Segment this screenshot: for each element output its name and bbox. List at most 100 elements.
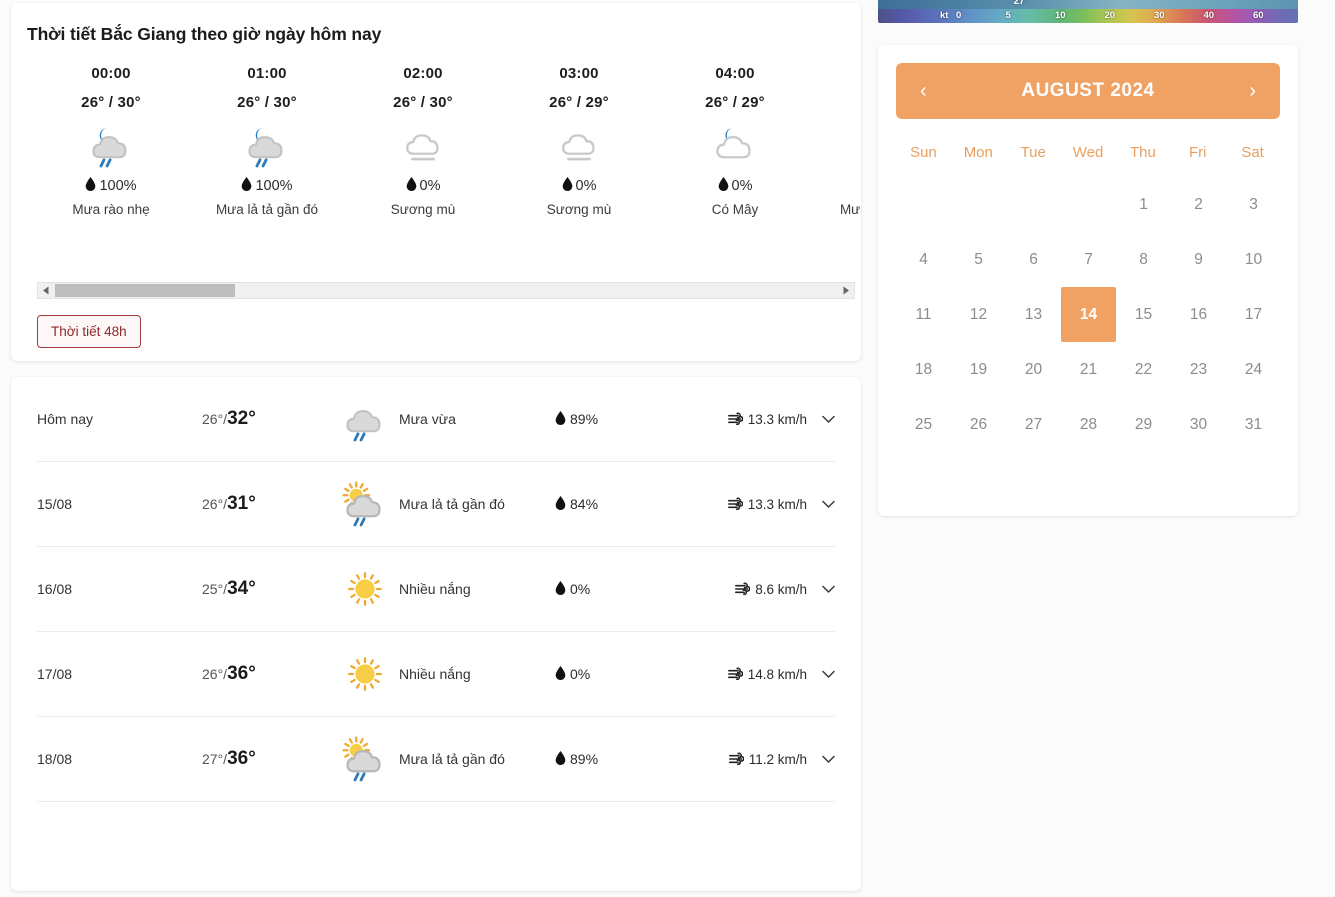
calendar-day[interactable]: 12 — [951, 287, 1006, 342]
hourly-time: 04:00 — [715, 65, 755, 82]
calendar-day-label: 23 — [1189, 360, 1208, 378]
calendar-day[interactable]: 5 — [951, 232, 1006, 287]
daily-condition: Nhiều nắng — [337, 561, 555, 617]
calendar-day[interactable]: 17 — [1226, 287, 1281, 342]
calendar-day[interactable]: 8 — [1116, 232, 1171, 287]
calendar-day[interactable]: 25 — [896, 397, 951, 452]
calendar-day[interactable]: 29 — [1116, 397, 1171, 452]
calendar-day[interactable]: 3 — [1226, 177, 1281, 232]
chevron-down-icon[interactable] — [822, 500, 835, 509]
calendar-day-label: 20 — [1024, 360, 1043, 378]
calendar-day[interactable]: 2 — [1171, 177, 1226, 232]
hourly-scrollbar-thumb[interactable] — [55, 284, 235, 297]
daily-temperature: 26°/32° — [202, 408, 337, 430]
calendar-day[interactable]: 4 — [896, 232, 951, 287]
hourly-precipitation: 100% — [85, 177, 137, 195]
calendar-day-empty — [951, 177, 1006, 232]
water-drop-icon — [555, 665, 566, 683]
scroll-right-arrow-icon[interactable] — [838, 283, 854, 298]
page-root: Thời tiết Bắc Giang theo giờ ngày hôm na… — [0, 0, 1335, 897]
calendar-day[interactable]: 27 — [1006, 397, 1061, 452]
calendar-day[interactable]: 20 — [1006, 342, 1061, 397]
daily-wind: 13.3 km/h — [705, 497, 835, 512]
calendar-day-today[interactable]: 14 — [1061, 287, 1116, 342]
wind-legend-tick: 20 — [1104, 10, 1116, 21]
calendar-day-label: 15 — [1134, 305, 1153, 323]
calendar-day[interactable]: 16 — [1171, 287, 1226, 342]
calendar-day[interactable]: 23 — [1171, 342, 1226, 397]
calendar-day[interactable]: 19 — [951, 342, 1006, 397]
calendar-day[interactable]: 21 — [1061, 342, 1116, 397]
calendar-day[interactable]: 1 — [1116, 177, 1171, 232]
daily-high-temp: 36° — [227, 663, 256, 684]
hourly-temperature: 26° / 29° — [705, 94, 765, 111]
daily-wind-value: 13.3 km/h — [747, 496, 807, 512]
calendar-dow-sun: Sun — [910, 143, 937, 161]
chevron-down-icon[interactable] — [822, 585, 835, 594]
hourly-precipitation-value: 0% — [731, 178, 753, 194]
hourly-column: 04:00 26° / 29° 0% Có Mây — [657, 65, 813, 217]
moon-cloud-rain-icon — [83, 117, 139, 173]
calendar-next-month-icon[interactable]: › — [1243, 81, 1262, 101]
daily-forecast-row[interactable]: 17/08 26°/36° Nhiều nắng 0% 14.8 km/h — [37, 632, 835, 717]
calendar-dow-tue: Tue — [1020, 143, 1046, 161]
wind-legend-unit: kt — [940, 10, 949, 21]
calendar-day[interactable]: 22 — [1116, 342, 1171, 397]
calendar-day[interactable]: 18 — [896, 342, 951, 397]
calendar-day-label: 14 — [1061, 287, 1116, 342]
calendar-day-label: 25 — [914, 415, 933, 433]
daily-forecast-row[interactable]: 15/08 26°/31° Mưa lả tả gần đó 84% 13.3 km/h — [37, 462, 835, 547]
calendar-day-label: 6 — [1029, 250, 1038, 268]
wind-icon — [727, 667, 743, 681]
water-drop-icon — [562, 177, 573, 195]
daily-condition-text: Mưa lả tả gần đó — [399, 496, 505, 512]
hourly-condition: Sương mù — [546, 202, 612, 217]
hourly-precipitation: 0% — [718, 177, 753, 195]
calendar-dow-thu: Thu — [1129, 143, 1156, 161]
calendar-week-row: 4 5 6 7 8 9 10 — [896, 232, 1280, 287]
calendar-day[interactable]: 26 — [951, 397, 1006, 452]
daily-forecast-row[interactable]: 16/08 25°/34° Nhiều nắng 0% 8.6 km/h — [37, 547, 835, 632]
calendar-day[interactable]: 6 — [1006, 232, 1061, 287]
forecast-48h-button[interactable]: Thời tiết 48h — [37, 315, 141, 348]
calendar-day[interactable]: 31 — [1226, 397, 1281, 452]
calendar-dow-fri: Fri — [1188, 143, 1207, 161]
daily-high-temp: 34° — [227, 578, 256, 599]
calendar-week-row: 25 26 27 28 29 30 31 — [896, 397, 1280, 452]
chevron-down-icon[interactable] — [822, 755, 835, 764]
sun-cloud-rain-icon — [337, 476, 393, 532]
scroll-left-arrow-icon[interactable] — [38, 283, 54, 298]
calendar-day[interactable]: 13 — [1006, 287, 1061, 342]
calendar-day-label: 11 — [915, 305, 932, 323]
water-drop-icon — [555, 410, 566, 428]
hourly-condition: Mưa rào nhẹ — [72, 202, 150, 217]
daily-forecast-row[interactable]: 18/08 27°/36° Mưa lả tả gần đó 89% 11.2 km/h — [37, 717, 835, 802]
calendar-day[interactable]: 7 — [1061, 232, 1116, 287]
hourly-scrollbar[interactable] — [37, 282, 855, 299]
calendar-prev-month-icon[interactable]: ‹ — [914, 81, 933, 101]
daily-wind: 8.6 km/h — [705, 582, 835, 597]
daily-temperature: 26°/36° — [202, 663, 337, 685]
hourly-precipitation-value: 100% — [255, 178, 293, 194]
daily-condition: Mưa lả tả gần đó — [337, 731, 555, 787]
hourly-column: 00:00 26° / 30° 100% Mưa rào nhẹ — [33, 65, 189, 217]
water-drop-icon — [85, 177, 96, 195]
daily-forecast-row[interactable]: Hôm nay 26°/32° Mưa vừa 89% 13.3 km/h — [37, 377, 835, 462]
calendar-day[interactable]: 9 — [1171, 232, 1226, 287]
calendar-day[interactable]: 30 — [1171, 397, 1226, 452]
water-drop-icon — [555, 580, 566, 598]
calendar-day-label — [1006, 177, 1061, 232]
calendar-day[interactable]: 10 — [1226, 232, 1281, 287]
hourly-forecast-viewport[interactable]: 00:00 26° / 30° 100% Mưa rào nhẹ 01:00 26° / … — [11, 65, 861, 265]
calendar-day[interactable]: 11 — [896, 287, 951, 342]
chevron-down-icon[interactable] — [822, 415, 835, 424]
calendar-day-label — [896, 177, 951, 232]
calendar-day[interactable]: 28 — [1061, 397, 1116, 452]
calendar-day[interactable]: 24 — [1226, 342, 1281, 397]
calendar-day[interactable]: 15 — [1116, 287, 1171, 342]
sun-icon — [337, 561, 393, 617]
calendar-grid: Sun Mon Tue Wed Thu Fri Sat 1 2 3 4 5 6 7 8 9 10 11 12 13 14… — [878, 119, 1298, 470]
daily-wind-value: 11.2 km/h — [748, 751, 807, 767]
chevron-down-icon[interactable] — [822, 670, 835, 679]
daily-condition-text: Mưa lả tả gần đó — [399, 751, 505, 767]
